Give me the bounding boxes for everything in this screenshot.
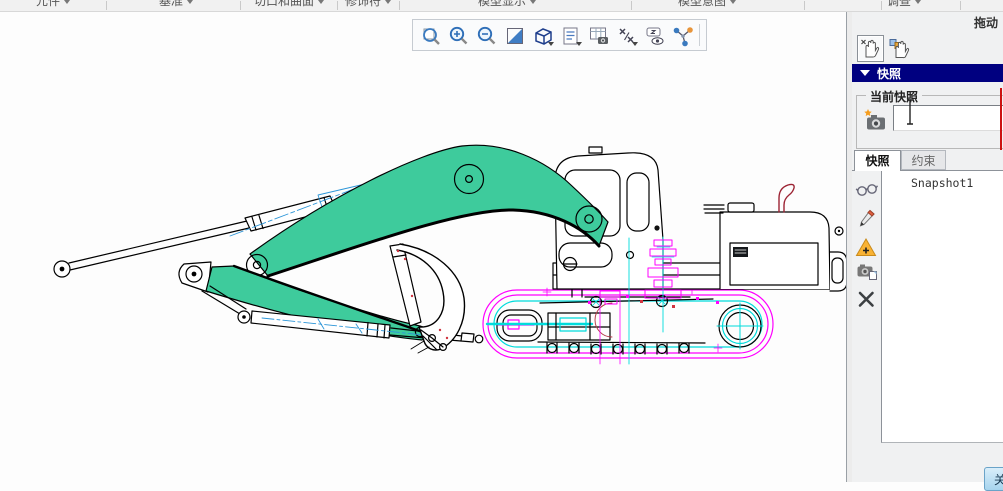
chevron-down-icon — [385, 0, 391, 4]
panel-title: 拖动 — [974, 14, 998, 31]
delete-snapshot-button[interactable] — [855, 288, 878, 311]
ribbon-group-model-display[interactable]: 模型显示 — [478, 0, 536, 9]
warning-plus-icon — [855, 236, 878, 259]
section-header-label: 快照 — [877, 65, 901, 82]
tab-constraints[interactable]: 约束 — [901, 150, 946, 170]
rename-snapshot-button[interactable] — [855, 207, 878, 230]
repaint-icon — [503, 24, 527, 48]
snapshot-list: Snapshot1 — [881, 171, 1003, 443]
drag-panel: 拖动 快照 当前快照 — [852, 11, 1003, 482]
graphics-canvas[interactable] — [0, 12, 846, 482]
repaint-button[interactable] — [501, 22, 527, 48]
chevron-down-icon — [915, 0, 921, 4]
point-drag-hand-icon — [859, 37, 882, 60]
ribbon-group-component[interactable]: 元件 — [36, 0, 70, 9]
close-x-icon — [855, 288, 878, 311]
ribbon-divider — [881, 1, 882, 10]
snapshot-list-item[interactable]: Snapshot1 — [911, 176, 1003, 190]
ribbon-divider — [631, 1, 632, 10]
saved-view-list-button[interactable] — [557, 22, 583, 48]
view-manager-icon — [587, 24, 611, 48]
spin-center-button[interactable] — [669, 22, 695, 48]
chevron-down-icon — [187, 0, 193, 4]
zoom-region-button[interactable] — [417, 22, 443, 48]
chevron-down-icon — [730, 0, 736, 4]
constraint-warning-button[interactable] — [855, 236, 878, 259]
update-snapshot-button[interactable] — [855, 258, 878, 281]
ribbon-divider — [804, 1, 805, 10]
ribbon-divider — [960, 1, 961, 10]
close-button[interactable]: 关闭 — [984, 467, 1003, 491]
zoom-region-icon — [419, 24, 443, 48]
zoom-in-button[interactable] — [445, 22, 471, 48]
datum-display-filters-button[interactable] — [613, 22, 639, 48]
collapse-triangle-icon — [860, 70, 870, 76]
chevron-down-icon — [632, 42, 638, 46]
boom-arm-assembly — [54, 145, 608, 353]
take-snapshot-button[interactable] — [861, 107, 889, 135]
ribbon-divider — [106, 1, 107, 10]
camera-new-icon — [862, 107, 889, 134]
preview-snapshot-button[interactable] — [855, 178, 878, 201]
ribbon-divider — [337, 1, 338, 10]
zoom-out-icon — [475, 24, 499, 48]
chevron-down-icon — [318, 0, 324, 4]
ribbon-group-modifiers[interactable]: 修饰符 — [345, 0, 391, 9]
snapshot-tab-content: Snapshot1 — [852, 170, 1003, 443]
ribbon-group-cut-surface[interactable]: 切口和曲面 — [254, 0, 324, 9]
annotation-display-icon — [643, 24, 667, 48]
body-drag-button[interactable] — [886, 35, 913, 62]
ribbon-strip: 元件 基准 切口和曲面 修饰符 模型显示 模型意图 调查 — [0, 0, 1003, 12]
point-drag-button[interactable] — [857, 35, 884, 62]
snapshot-name-input[interactable] — [893, 105, 1003, 131]
toolbar-separator — [699, 24, 700, 46]
ribbon-divider — [399, 1, 400, 10]
snapshot-section-header[interactable]: 快照 — [852, 64, 1003, 82]
tab-snapshots[interactable]: 快照 — [854, 150, 901, 171]
body-drag-hand-icon — [888, 37, 911, 60]
ribbon-divider — [240, 1, 241, 10]
snapshot-actions-strip — [852, 171, 881, 443]
panel-tabs: 快照 约束 — [852, 150, 1003, 171]
view-manager-button[interactable] — [585, 22, 611, 48]
annotation-display-button[interactable] — [641, 22, 667, 48]
edge-marker — [1000, 88, 1002, 150]
groupbox-label: 当前快照 — [866, 88, 922, 105]
ribbon-group-investigate[interactable]: 调查 — [887, 0, 921, 9]
chevron-down-icon — [548, 42, 554, 46]
view-toolbar — [412, 19, 707, 51]
ribbon-group-datum[interactable]: 基准 — [159, 0, 193, 9]
ribbon-group-model-intent[interactable]: 模型意图 — [678, 0, 736, 9]
excavator-drawing — [0, 12, 846, 482]
glasses-icon — [855, 178, 878, 201]
chevron-down-icon — [576, 42, 582, 46]
display-style-button[interactable] — [529, 22, 555, 48]
camera-page-icon — [855, 258, 878, 281]
current-snapshot-groupbox: 当前快照 — [856, 95, 1003, 149]
spin-center-icon — [671, 24, 695, 48]
zoom-in-icon — [447, 24, 471, 48]
chevron-down-icon — [64, 0, 70, 4]
zoom-out-button[interactable] — [473, 22, 499, 48]
chevron-down-icon — [530, 0, 536, 4]
pencil-icon — [855, 207, 878, 230]
